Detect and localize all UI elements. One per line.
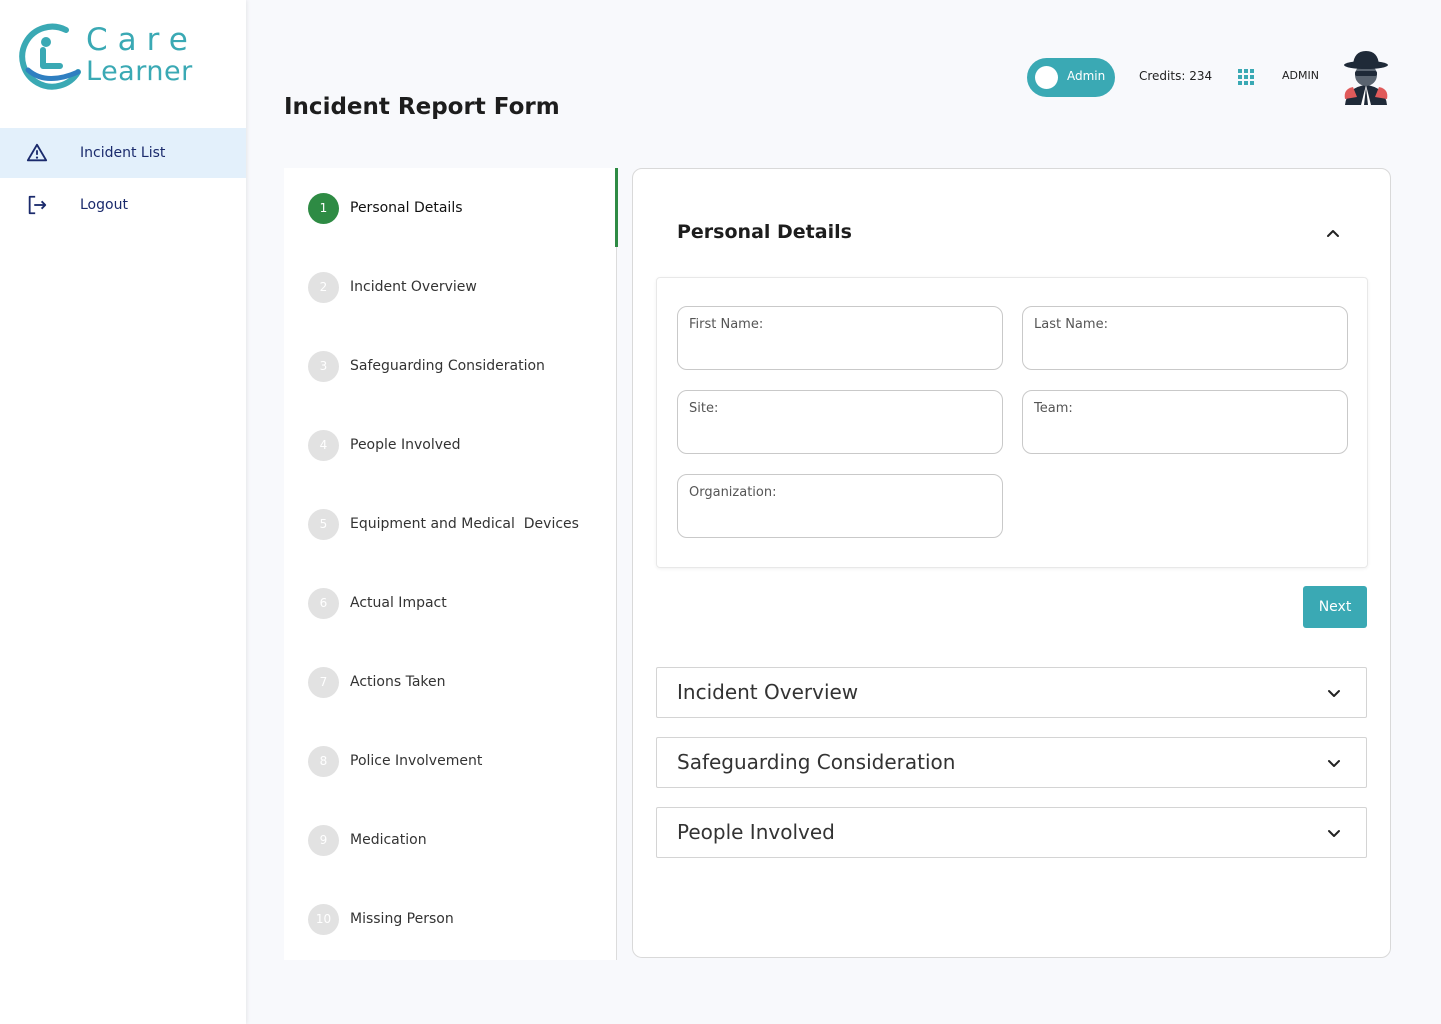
field-label: Team:: [1034, 401, 1073, 416]
toggle-knob: [1035, 66, 1058, 89]
step-label: Police Involvement: [350, 753, 483, 769]
step-label: Missing Person: [350, 911, 454, 927]
step-equipment-medical-devices[interactable]: 5 Equipment and Medical Devices: [308, 508, 579, 540]
step-actual-impact[interactable]: 6 Actual Impact: [308, 587, 447, 619]
care-learner-logo[interactable]: Care Learner: [16, 20, 216, 94]
organization-field[interactable]: Organization:: [677, 474, 1003, 538]
step-incident-overview[interactable]: 2 Incident Overview: [308, 271, 477, 303]
credits-counter: Credits: 234: [1139, 69, 1213, 83]
field-label: Organization:: [689, 485, 777, 500]
incident-form-card: Personal Details First Name: Last Name: …: [632, 168, 1391, 958]
accordion-title: Safeguarding Consideration: [677, 750, 956, 774]
step-number-badge: 6: [308, 587, 339, 619]
step-medication[interactable]: 9 Medication: [308, 824, 427, 856]
step-number-badge: 7: [308, 666, 339, 698]
sidebar-item-label: Incident List: [80, 145, 166, 161]
step-label: Medication: [350, 832, 427, 848]
step-personal-details[interactable]: 1 Personal Details: [308, 192, 463, 224]
step-number-badge: 10: [308, 903, 339, 935]
personal-details-fields: First Name: Last Name: Site: Team: Organ…: [656, 277, 1368, 568]
step-number-badge: 3: [308, 350, 339, 382]
step-label: Incident Overview: [350, 279, 477, 295]
active-step-indicator: [615, 168, 618, 247]
step-number-badge: 5: [308, 508, 339, 540]
step-label: Actions Taken: [350, 674, 446, 690]
step-people-involved[interactable]: 4 People Involved: [308, 429, 461, 461]
step-label: Personal Details: [350, 200, 463, 216]
sidebar-item-logout[interactable]: Logout: [0, 180, 246, 230]
logo-text-care: Care: [86, 22, 198, 58]
step-label: People Involved: [350, 437, 461, 453]
step-label: Equipment and Medical Devices: [350, 516, 579, 532]
step-label: Safeguarding Consideration: [350, 358, 545, 374]
field-label: First Name:: [689, 317, 764, 332]
step-police-involvement[interactable]: 8 Police Involvement: [308, 745, 482, 777]
step-missing-person[interactable]: 10 Missing Person: [308, 903, 454, 935]
site-field[interactable]: Site:: [677, 390, 1003, 454]
spy-avatar-icon[interactable]: [1341, 49, 1391, 105]
step-number-badge: 9: [308, 824, 339, 856]
form-steps-panel: 1 Personal Details 2 Incident Overview 3…: [284, 168, 618, 960]
logo-mark-icon: [19, 23, 81, 90]
last-name-field[interactable]: Last Name:: [1022, 306, 1348, 370]
step-number-badge: 1: [308, 192, 339, 224]
accordion-title: People Involved: [677, 820, 835, 844]
chevron-down-icon: [1328, 690, 1340, 697]
user-name-label[interactable]: ADMIN: [1282, 69, 1319, 82]
field-label: Last Name:: [1034, 317, 1108, 332]
warning-triangle-icon: [26, 143, 48, 162]
sidebar: Care Learner Incident List Logout: [0, 0, 246, 1024]
accordion-people-involved[interactable]: People Involved: [656, 807, 1367, 858]
sidebar-item-label: Logout: [80, 197, 128, 213]
step-number-badge: 2: [308, 271, 339, 303]
chevron-up-icon[interactable]: [1325, 225, 1341, 241]
grid-icon[interactable]: [1238, 69, 1254, 85]
accordion-incident-overview[interactable]: Incident Overview: [656, 667, 1367, 718]
first-name-field[interactable]: First Name:: [677, 306, 1003, 370]
page-title: Incident Report Form: [284, 94, 560, 120]
accordion-safeguarding-consideration[interactable]: Safeguarding Consideration: [656, 737, 1367, 788]
admin-role-toggle[interactable]: Admin: [1027, 58, 1115, 97]
logout-icon: [28, 195, 47, 215]
step-number-badge: 8: [308, 745, 339, 777]
sidebar-item-incident-list[interactable]: Incident List: [0, 128, 246, 178]
step-number-badge: 4: [308, 429, 339, 461]
next-button[interactable]: Next: [1303, 586, 1367, 628]
chevron-down-icon: [1328, 760, 1340, 767]
step-actions-taken[interactable]: 7 Actions Taken: [308, 666, 446, 698]
toggle-label: Admin: [1067, 69, 1106, 83]
team-field[interactable]: Team:: [1022, 390, 1348, 454]
accordion-title: Incident Overview: [677, 680, 859, 704]
step-safeguarding-consideration[interactable]: 3 Safeguarding Consideration: [308, 350, 545, 382]
section-title-personal-details[interactable]: Personal Details: [677, 221, 852, 243]
chevron-down-icon: [1328, 830, 1340, 837]
logo-text-learner: Learner: [86, 56, 193, 87]
field-label: Site:: [689, 401, 719, 416]
step-label: Actual Impact: [350, 595, 447, 611]
